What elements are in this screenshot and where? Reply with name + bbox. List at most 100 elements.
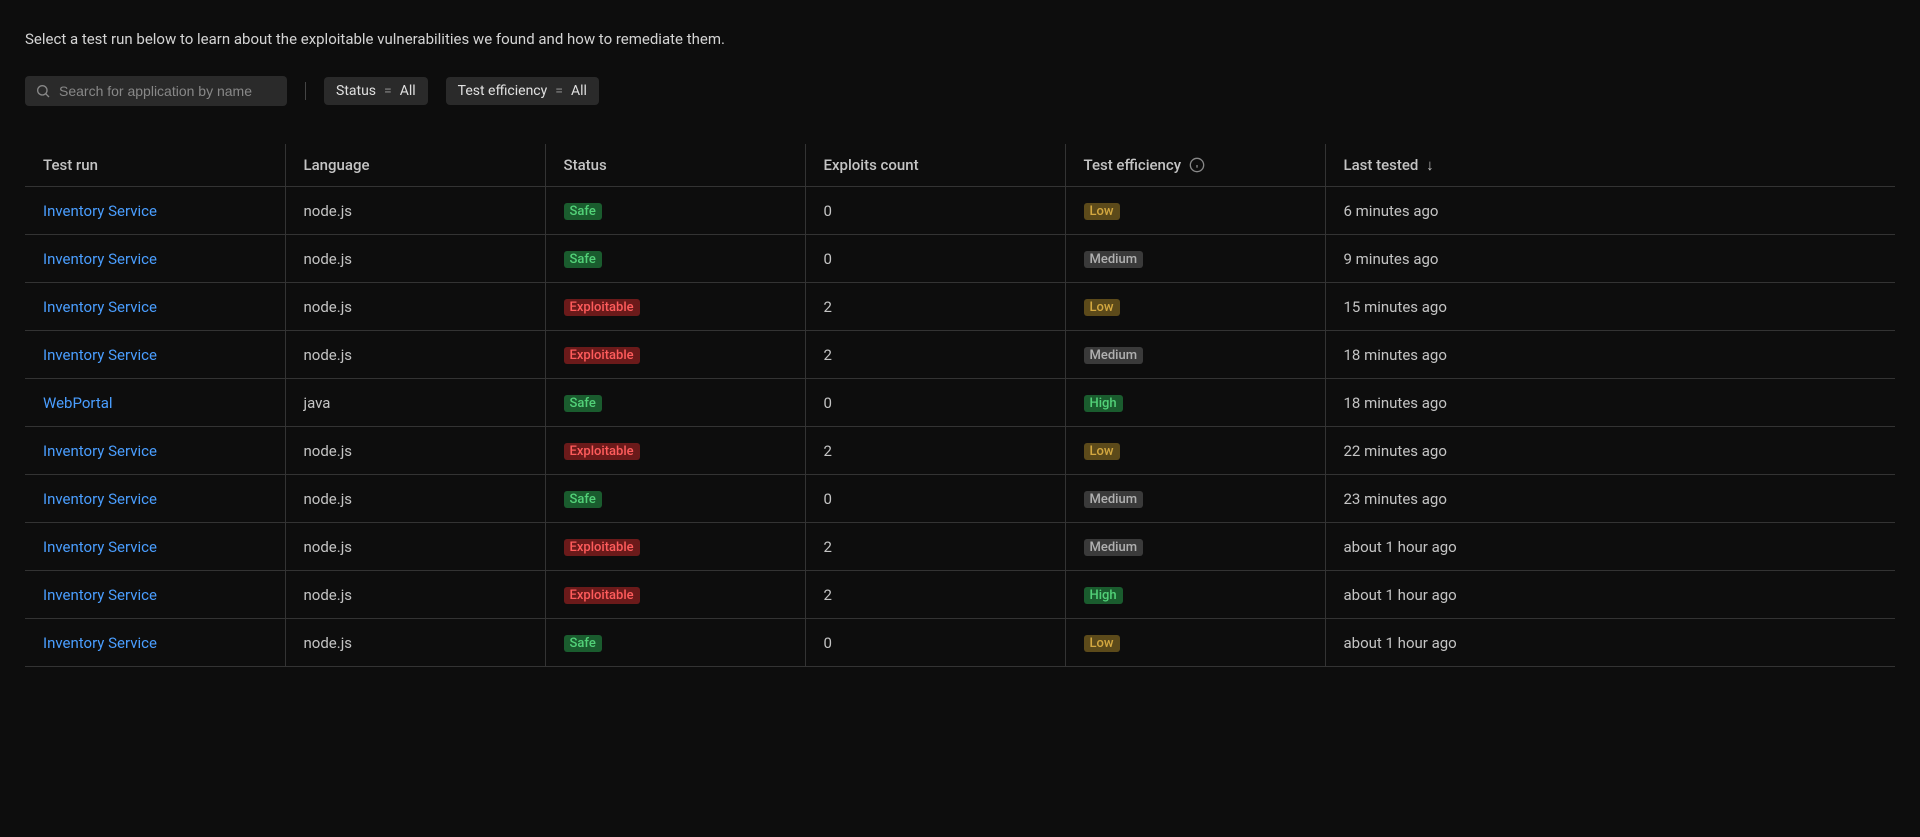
efficiency-badge: High bbox=[1084, 587, 1123, 604]
efficiency-cell: Medium bbox=[1065, 523, 1325, 571]
language-cell: node.js bbox=[285, 523, 545, 571]
filter-value: All bbox=[400, 83, 416, 99]
filter-value: All bbox=[571, 83, 587, 99]
filter-label: Test efficiency bbox=[458, 83, 548, 99]
table-row: Inventory Servicenode.js Exploitable 2 High… bbox=[25, 571, 1895, 619]
efficiency-badge: Low bbox=[1084, 443, 1120, 460]
column-header-label: Test efficiency bbox=[1084, 156, 1182, 174]
controls-divider bbox=[305, 82, 306, 100]
column-header-label: Last tested bbox=[1344, 156, 1419, 174]
status-cell: Safe bbox=[545, 187, 805, 235]
info-icon[interactable] bbox=[1189, 157, 1205, 173]
status-badge: Safe bbox=[564, 635, 602, 652]
controls-bar: Status = All Test efficiency = All bbox=[25, 76, 1895, 106]
table-row: Inventory Servicenode.jsSafe0Lowabout 1 … bbox=[25, 619, 1895, 667]
exploits-count-cell: 2 bbox=[805, 331, 1065, 379]
column-header-test-efficiency[interactable]: Test efficiency bbox=[1065, 144, 1325, 187]
search-input[interactable] bbox=[25, 76, 287, 106]
last-tested-cell: about 1 hour ago bbox=[1325, 523, 1895, 571]
last-tested-cell: 18 minutes ago bbox=[1325, 331, 1895, 379]
efficiency-badge: Medium bbox=[1084, 251, 1144, 268]
last-tested-cell: 6 minutes ago bbox=[1325, 187, 1895, 235]
status-cell: Exploitable bbox=[545, 331, 805, 379]
column-header-exploits-count[interactable]: Exploits count bbox=[805, 144, 1065, 187]
column-header-status[interactable]: Status bbox=[545, 144, 805, 187]
efficiency-badge: Medium bbox=[1084, 491, 1144, 508]
status-badge: Exploitable bbox=[564, 587, 640, 604]
exploits-count-cell: 0 bbox=[805, 235, 1065, 283]
language-cell: node.js bbox=[285, 235, 545, 283]
status-cell: Exploitable bbox=[545, 523, 805, 571]
efficiency-cell: Medium bbox=[1065, 475, 1325, 523]
last-tested-cell: 15 minutes ago bbox=[1325, 283, 1895, 331]
table-row: WebPortaljavaSafe0High18 minutes ago bbox=[25, 379, 1895, 427]
efficiency-cell: Low bbox=[1065, 427, 1325, 475]
status-cell: Exploitable bbox=[545, 427, 805, 475]
efficiency-cell: Low bbox=[1065, 283, 1325, 331]
language-cell: node.js bbox=[285, 619, 545, 667]
language-cell: node.js bbox=[285, 187, 545, 235]
filter-equals: = bbox=[555, 83, 563, 99]
column-header-last-tested[interactable]: Last tested ↓ bbox=[1325, 144, 1895, 187]
status-badge: Exploitable bbox=[564, 299, 640, 316]
table-row: Inventory Servicenode.jsSafe0Low6 minute… bbox=[25, 187, 1895, 235]
column-header-test-run[interactable]: Test run bbox=[25, 144, 285, 187]
table-row: Inventory Servicenode.jsExploitable2Low1… bbox=[25, 283, 1895, 331]
test-run-link[interactable]: Inventory Service bbox=[25, 283, 285, 331]
filter-label: Status bbox=[336, 83, 376, 99]
search-wrapper bbox=[25, 76, 287, 106]
status-cell: Exploitable bbox=[545, 571, 805, 619]
status-badge: Exploitable bbox=[564, 347, 640, 364]
status-badge: Exploitable bbox=[564, 443, 640, 460]
efficiency-badge: High bbox=[1084, 395, 1123, 412]
last-tested-cell: 23 minutes ago bbox=[1325, 475, 1895, 523]
status-badge: Exploitable bbox=[564, 539, 640, 556]
last-tested-cell: 18 minutes ago bbox=[1325, 379, 1895, 427]
table-header-row: Test run Language Status Exploits count … bbox=[25, 144, 1895, 187]
status-badge: Safe bbox=[564, 491, 602, 508]
language-cell: node.js bbox=[285, 571, 545, 619]
efficiency-cell: Low bbox=[1065, 619, 1325, 667]
status-cell: Safe bbox=[545, 475, 805, 523]
exploits-count-cell: 0 bbox=[805, 619, 1065, 667]
status-badge: Safe bbox=[564, 203, 602, 220]
test-run-link[interactable]: Inventory Service bbox=[25, 187, 285, 235]
test-run-link[interactable]: Inventory Service bbox=[25, 619, 285, 667]
last-tested-cell: 22 minutes ago bbox=[1325, 427, 1895, 475]
sort-arrow-icon: ↓ bbox=[1426, 156, 1434, 174]
test-run-link[interactable]: Inventory Service bbox=[25, 571, 285, 619]
status-badge: Safe bbox=[564, 251, 602, 268]
filter-status[interactable]: Status = All bbox=[324, 77, 428, 105]
test-run-link[interactable]: Inventory Service bbox=[25, 331, 285, 379]
language-cell: node.js bbox=[285, 427, 545, 475]
efficiency-badge: Low bbox=[1084, 299, 1120, 316]
test-run-link[interactable]: Inventory Service bbox=[25, 523, 285, 571]
efficiency-badge: Medium bbox=[1084, 347, 1144, 364]
status-cell: Safe bbox=[545, 235, 805, 283]
efficiency-cell: High bbox=[1065, 571, 1325, 619]
efficiency-cell: Medium bbox=[1065, 235, 1325, 283]
table-row: Inventory Servicenode.jsSafe0Medium23 mi… bbox=[25, 475, 1895, 523]
filter-equals: = bbox=[384, 83, 392, 99]
exploits-count-cell: 2 bbox=[805, 571, 1065, 619]
column-header-language[interactable]: Language bbox=[285, 144, 545, 187]
table-row: Inventory Servicenode.jsExploitable2Low2… bbox=[25, 427, 1895, 475]
efficiency-badge: Medium bbox=[1084, 539, 1144, 556]
efficiency-badge: Low bbox=[1084, 635, 1120, 652]
test-run-link[interactable]: WebPortal bbox=[25, 379, 285, 427]
table-row: Inventory Servicenode.js Safe 0 Medium 9 min… bbox=[25, 235, 1895, 283]
table-row: Inventory Servicenode.js Exploitable 2 Medi… bbox=[25, 331, 1895, 379]
status-cell: Exploitable bbox=[545, 283, 805, 331]
status-badge: Safe bbox=[564, 395, 602, 412]
filter-test-efficiency[interactable]: Test efficiency = All bbox=[446, 77, 599, 105]
exploits-count-cell: 0 bbox=[805, 475, 1065, 523]
efficiency-badge: Low bbox=[1084, 203, 1120, 220]
test-run-link[interactable]: Inventory Service bbox=[25, 475, 285, 523]
language-cell: java bbox=[285, 379, 545, 427]
test-run-link[interactable]: Inventory Service bbox=[25, 427, 285, 475]
exploits-count-cell: 2 bbox=[805, 283, 1065, 331]
page-description: Select a test run below to learn about t… bbox=[25, 30, 1895, 48]
last-tested-cell: 9 minutes ago bbox=[1325, 235, 1895, 283]
language-cell: node.js bbox=[285, 331, 545, 379]
test-run-link[interactable]: Inventory Service bbox=[25, 235, 285, 283]
